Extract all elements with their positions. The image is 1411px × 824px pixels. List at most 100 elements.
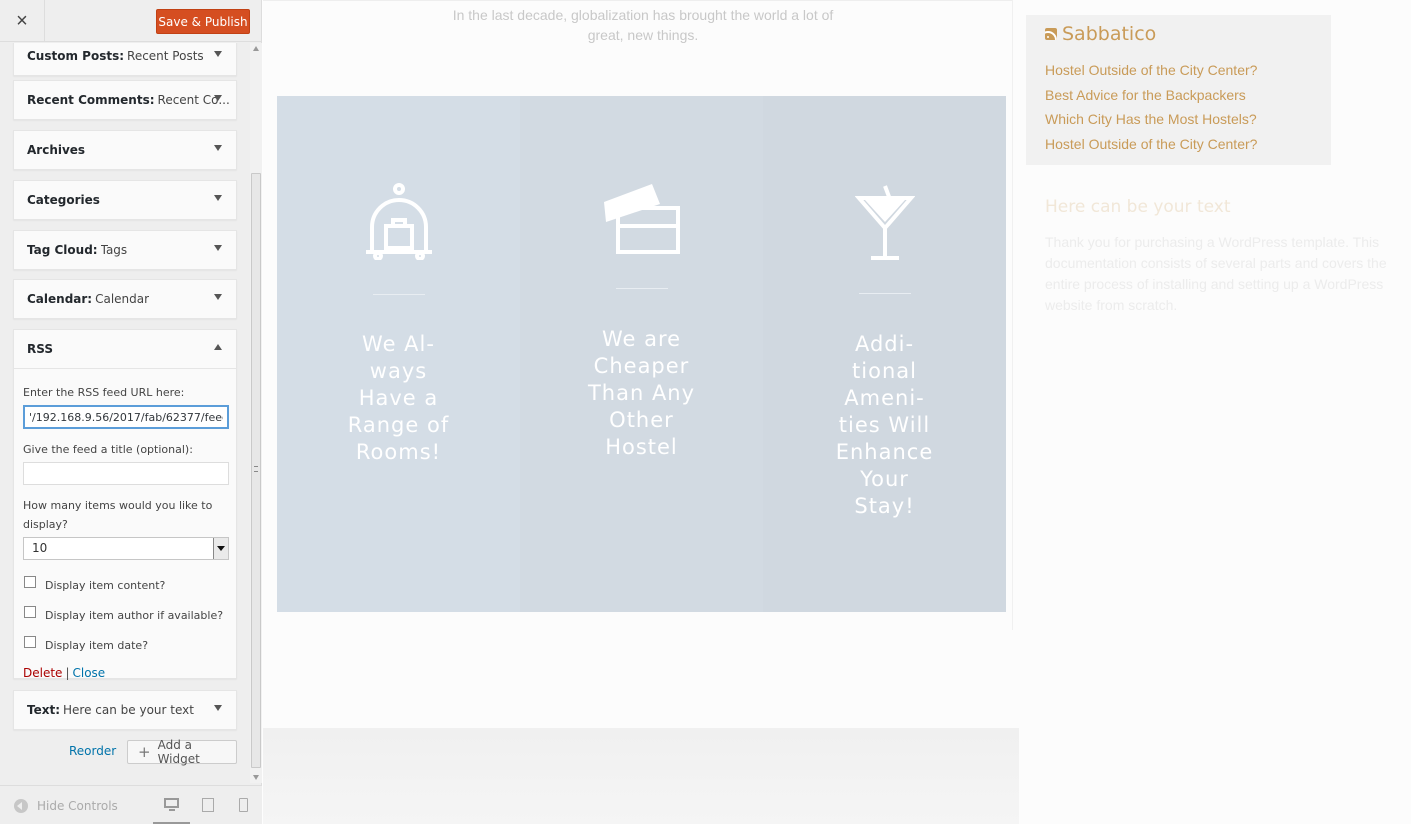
widget-tag-cloud[interactable]: Tag Cloud: Tags <box>13 230 237 270</box>
widget-calendar[interactable]: Calendar: Calendar <box>13 279 237 319</box>
collapse-icon <box>14 799 28 813</box>
widget-archives[interactable]: Archives <box>13 130 237 170</box>
widget-name: Custom Posts: <box>27 49 125 63</box>
hide-controls-label: Hide Controls <box>37 799 118 813</box>
expand-arrow-icon[interactable] <box>214 145 222 151</box>
delete-widget-link[interactable]: Delete <box>23 666 62 680</box>
checkbox-label: Display item author if available? <box>45 608 224 622</box>
rss-link[interactable]: Best Advice for the Backpackers <box>1045 83 1257 108</box>
intro-text: In the last decade, globalization has br… <box>452 7 834 43</box>
checkbox[interactable] <box>24 576 36 588</box>
bell-icon <box>365 183 432 260</box>
feature-divider <box>858 293 911 294</box>
separator: | <box>65 666 70 680</box>
save-publish-button[interactable]: Save & Publish <box>156 9 250 34</box>
widget-header[interactable]: Categories <box>14 181 236 219</box>
widget-name: RSS <box>27 342 53 356</box>
checkbox[interactable] <box>24 636 36 648</box>
card-icon <box>603 184 680 254</box>
rss-items-value: 10 <box>32 541 48 555</box>
scroll-thumb[interactable] <box>251 173 261 768</box>
text-widget-title: Here can be your text <box>1045 197 1231 217</box>
add-widget-button[interactable]: + Add a Widget <box>127 738 237 766</box>
grip-icon <box>254 466 258 472</box>
option-show-content[interactable]: Display item content? <box>23 570 227 600</box>
widget-header[interactable]: Text: Here can be your text <box>14 691 236 729</box>
text-widget-body: Thank you for purchasing a WordPress tem… <box>1045 234 1387 313</box>
scroll-down-arrow-icon[interactable] <box>253 775 259 780</box>
expand-arrow-icon[interactable] <box>214 705 222 711</box>
widget-rss: RSS Enter the RSS feed URL here: Give th… <box>13 329 237 680</box>
expand-arrow-icon[interactable] <box>214 245 222 251</box>
feature-title: We are Cheaper Than Any Other Hostel <box>587 327 696 459</box>
tablet-icon[interactable] <box>202 798 218 812</box>
rss-title-label: Give the feed a title (optional): <box>23 443 193 456</box>
panel-header: × Save & Publish <box>0 0 261 42</box>
widget-header[interactable]: Tag Cloud: Tags <box>14 231 236 269</box>
option-show-date[interactable]: Display item date? <box>23 630 227 660</box>
plus-icon: + <box>138 743 151 761</box>
customizer-app: × Save & Publish Custom Posts: Recent Po… <box>0 0 1411 824</box>
rss-items-select[interactable]: 10 <box>23 537 229 560</box>
rss-link[interactable]: Hostel Outside of the City Center? <box>1045 132 1257 157</box>
feature-card: We Al- ways Have a Range of Rooms! <box>277 96 520 612</box>
widget-title: Tags <box>100 243 128 257</box>
cocktail-icon <box>854 185 915 260</box>
rss-link[interactable]: Hostel Outside of the City Center? <box>1045 58 1257 83</box>
widget-text[interactable]: Text: Here can be your text <box>13 690 237 730</box>
rss-link[interactable]: Which City Has the Most Hostels? <box>1045 107 1257 132</box>
widget-name: Archives <box>27 143 86 157</box>
widget-header[interactable]: Archives <box>14 131 236 169</box>
widget-title: Recent Posts <box>127 49 204 63</box>
rss-url-input[interactable] <box>23 405 229 429</box>
close-widget-link[interactable]: Close <box>72 666 105 680</box>
sidebar-title[interactable]: Sabbatico <box>1045 23 1156 45</box>
rss-widget-form: Enter the RSS feed URL here: Give the fe… <box>14 368 236 690</box>
add-widget-label: Add a Widget <box>157 738 200 766</box>
checkbox[interactable] <box>24 606 36 618</box>
reorder-link[interactable]: Reorder <box>69 744 116 758</box>
expand-arrow-icon[interactable] <box>214 95 222 101</box>
feature-card: We are Cheaper Than Any Other Hostel <box>520 96 763 612</box>
expand-arrow-icon[interactable] <box>214 51 222 57</box>
rss-items-label: How many items would you like to display… <box>23 499 213 531</box>
widget-header[interactable]: Calendar: Calendar <box>14 280 236 318</box>
widget-header[interactable]: RSS <box>14 330 236 368</box>
desktop-icon[interactable] <box>164 798 180 812</box>
dropdown-arrow-icon[interactable] <box>213 538 228 559</box>
widget-name: Tag Cloud: <box>27 243 98 257</box>
option-show-author[interactable]: Display item author if available? <box>23 600 227 630</box>
panel-scrollbar[interactable] <box>250 43 262 783</box>
features-row: We Al- ways Have a Range of Rooms! We ar… <box>277 96 1006 612</box>
widget-custom-posts[interactable]: Custom Posts: Recent Posts <box>13 43 237 76</box>
widget-recent-comments[interactable]: Recent Comments: Recent Co... <box>13 80 237 120</box>
widget-title: Calendar <box>95 292 150 306</box>
collapse-arrow-icon[interactable] <box>214 344 222 350</box>
divider <box>1012 0 1013 630</box>
checkbox-label: Display item content? <box>45 578 166 592</box>
widget-categories[interactable]: Categories <box>13 180 237 220</box>
sidebar-title-text: Sabbatico <box>1062 23 1157 45</box>
scroll-up-arrow-icon[interactable] <box>253 46 259 51</box>
widget-name: Categories <box>27 193 100 207</box>
expand-arrow-icon[interactable] <box>214 195 222 201</box>
rss-link-list: Hostel Outside of the City Center? Best … <box>1045 58 1257 156</box>
feature-title: We Al- ways Have a Range of Rooms! <box>347 332 450 464</box>
widget-header[interactable]: Custom Posts: Recent Posts <box>14 43 236 75</box>
widget-title: Here can be your text <box>63 703 194 717</box>
checkbox-label: Display item date? <box>45 638 149 652</box>
expand-arrow-icon[interactable] <box>214 294 222 300</box>
hide-controls-button[interactable]: Hide Controls <box>14 799 118 813</box>
widget-name: Recent Comments: <box>27 93 155 107</box>
close-customizer-button[interactable]: × <box>0 0 45 42</box>
rss-url-label: Enter the RSS feed URL here: <box>23 386 185 399</box>
feature-divider <box>615 288 668 289</box>
feature-title: Addi- tional Ameni- ties Will Enhance Yo… <box>835 332 934 518</box>
feature-card: Addi- tional Ameni- ties Will Enhance Yo… <box>763 96 1006 612</box>
rss-icon <box>1045 28 1057 40</box>
widget-actions: Delete | Close <box>23 666 227 680</box>
widget-header[interactable]: Recent Comments: Recent Co... <box>14 81 236 119</box>
widgets-list: Custom Posts: Recent Posts Recent Commen… <box>0 43 250 783</box>
rss-title-input[interactable] <box>23 462 229 485</box>
mobile-icon[interactable] <box>239 798 255 812</box>
